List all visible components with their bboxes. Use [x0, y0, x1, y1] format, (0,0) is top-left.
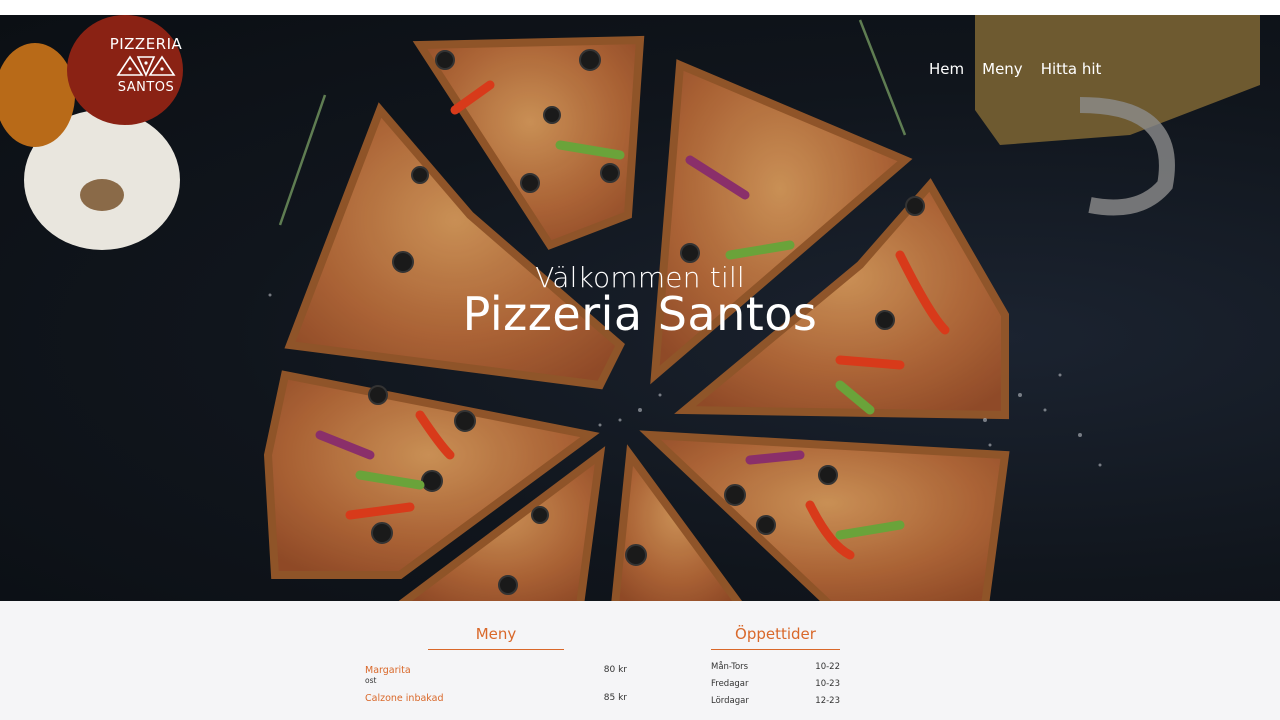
menu-heading: Meny: [428, 625, 564, 650]
opening-hours-heading: Öppettider: [711, 625, 840, 650]
hero-title: Pizzeria Santos: [462, 287, 818, 341]
main-navigation: Hem Meny Hitta hit: [929, 59, 1101, 79]
hours-day: Lördagar: [711, 696, 749, 706]
menu-item-price: 85 kr: [603, 693, 627, 703]
pizzeria-logo[interactable]: PIZZERIA SANTOS: [104, 35, 188, 99]
beer-mug: [975, 15, 1260, 216]
menu-item-description: ost: [365, 676, 377, 685]
menu-item-price: 80 kr: [603, 665, 627, 675]
menu-item-name: Margarita: [365, 665, 411, 676]
hours-day: Fredagar: [711, 679, 749, 689]
logo-line2: SANTOS: [117, 80, 175, 95]
hours-time: 12-23: [815, 696, 840, 706]
top-strip: [0, 0, 1280, 15]
hours-day: Mån-Tors: [711, 662, 749, 672]
nav-home-link[interactable]: Hem: [929, 59, 964, 79]
nav-find-us-link[interactable]: Hitta hit: [1041, 59, 1102, 79]
pizza-slices-icon: [116, 55, 176, 77]
logo-line1: PIZZERIA: [109, 35, 183, 53]
nav-menu-link[interactable]: Meny: [982, 59, 1023, 79]
hero-banner: PIZZERIA SANTOS Hem Meny Hitta hit Välko…: [0, 15, 1280, 601]
info-section: Meny Margarita ost 80 kr Calzone inbakad…: [0, 601, 1280, 720]
hours-time: 10-23: [815, 679, 840, 689]
hours-time: 10-22: [815, 662, 840, 672]
menu-item-name: Calzone inbakad: [365, 693, 444, 704]
